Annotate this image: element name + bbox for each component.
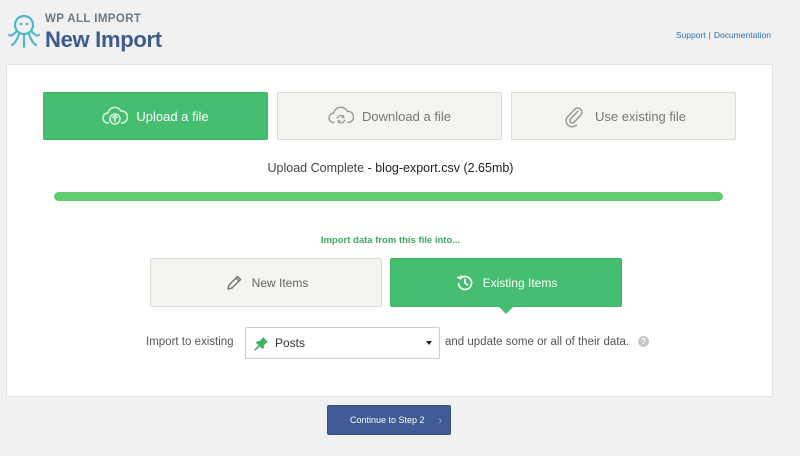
use-existing-file-button[interactable]: Use existing file [511,92,736,140]
import-target-row: Import to existing Posts and update some… [7,327,774,359]
import-target-prefix: Import to existing [146,336,234,348]
documentation-link[interactable]: Documentation [714,30,771,40]
import-target-suffix: and update some or all of their data. [445,336,630,348]
download-file-label: Download a file [362,108,451,124]
existing-items-label: Existing Items [482,275,558,290]
import-panel: Upload a file Download a file Use existi… [6,64,773,397]
post-type-select[interactable]: Posts [245,327,440,359]
post-type-selected: Posts [275,336,306,350]
page-header: WP ALL IMPORT New Import Support | Documen… [0,0,800,60]
upload-progress-bar [54,192,723,201]
upload-file-label: Upload a file [136,108,209,124]
upload-status-label: Upload Complete [267,161,365,175]
import-into-label: Import data from this file into... [320,235,461,246]
page-title: New Import [45,27,162,52]
upload-status: Upload Complete - blog-export.csv (2.65m… [7,161,774,175]
help-icon[interactable]: ? [638,336,649,347]
support-link[interactable]: Support [676,30,706,40]
brand-name: WP ALL IMPORT [45,13,142,25]
download-file-button[interactable]: Download a file [277,92,502,140]
chevron-down-icon [426,341,432,345]
upload-status-separator: - [364,161,376,175]
pushpin-icon [254,336,269,351]
active-pointer [498,306,514,314]
chevron-right-icon: › [438,415,442,427]
continue-step-2-button[interactable]: Continue to Step 2 › [327,405,451,435]
continue-label: Continue to Step 2 [350,415,425,425]
octopus-logo-icon [7,14,41,49]
upload-progress-fill [54,192,723,201]
uploaded-file-name: blog-export.csv (2.65mb) [375,161,514,175]
cloud-upload-icon [102,103,129,129]
new-items-label: New Items [251,275,309,290]
use-existing-file-label: Use existing file [594,108,687,124]
help-links: Support | Documentation [676,30,771,40]
pencil-icon [224,273,244,293]
history-icon [455,273,475,293]
upload-file-button[interactable]: Upload a file [43,92,268,140]
cloud-sync-icon [328,103,355,129]
existing-items-button[interactable]: Existing Items [390,258,622,314]
new-items-button[interactable]: New Items [150,258,382,307]
paperclip-icon [561,103,587,129]
links-separator: | [708,30,711,40]
